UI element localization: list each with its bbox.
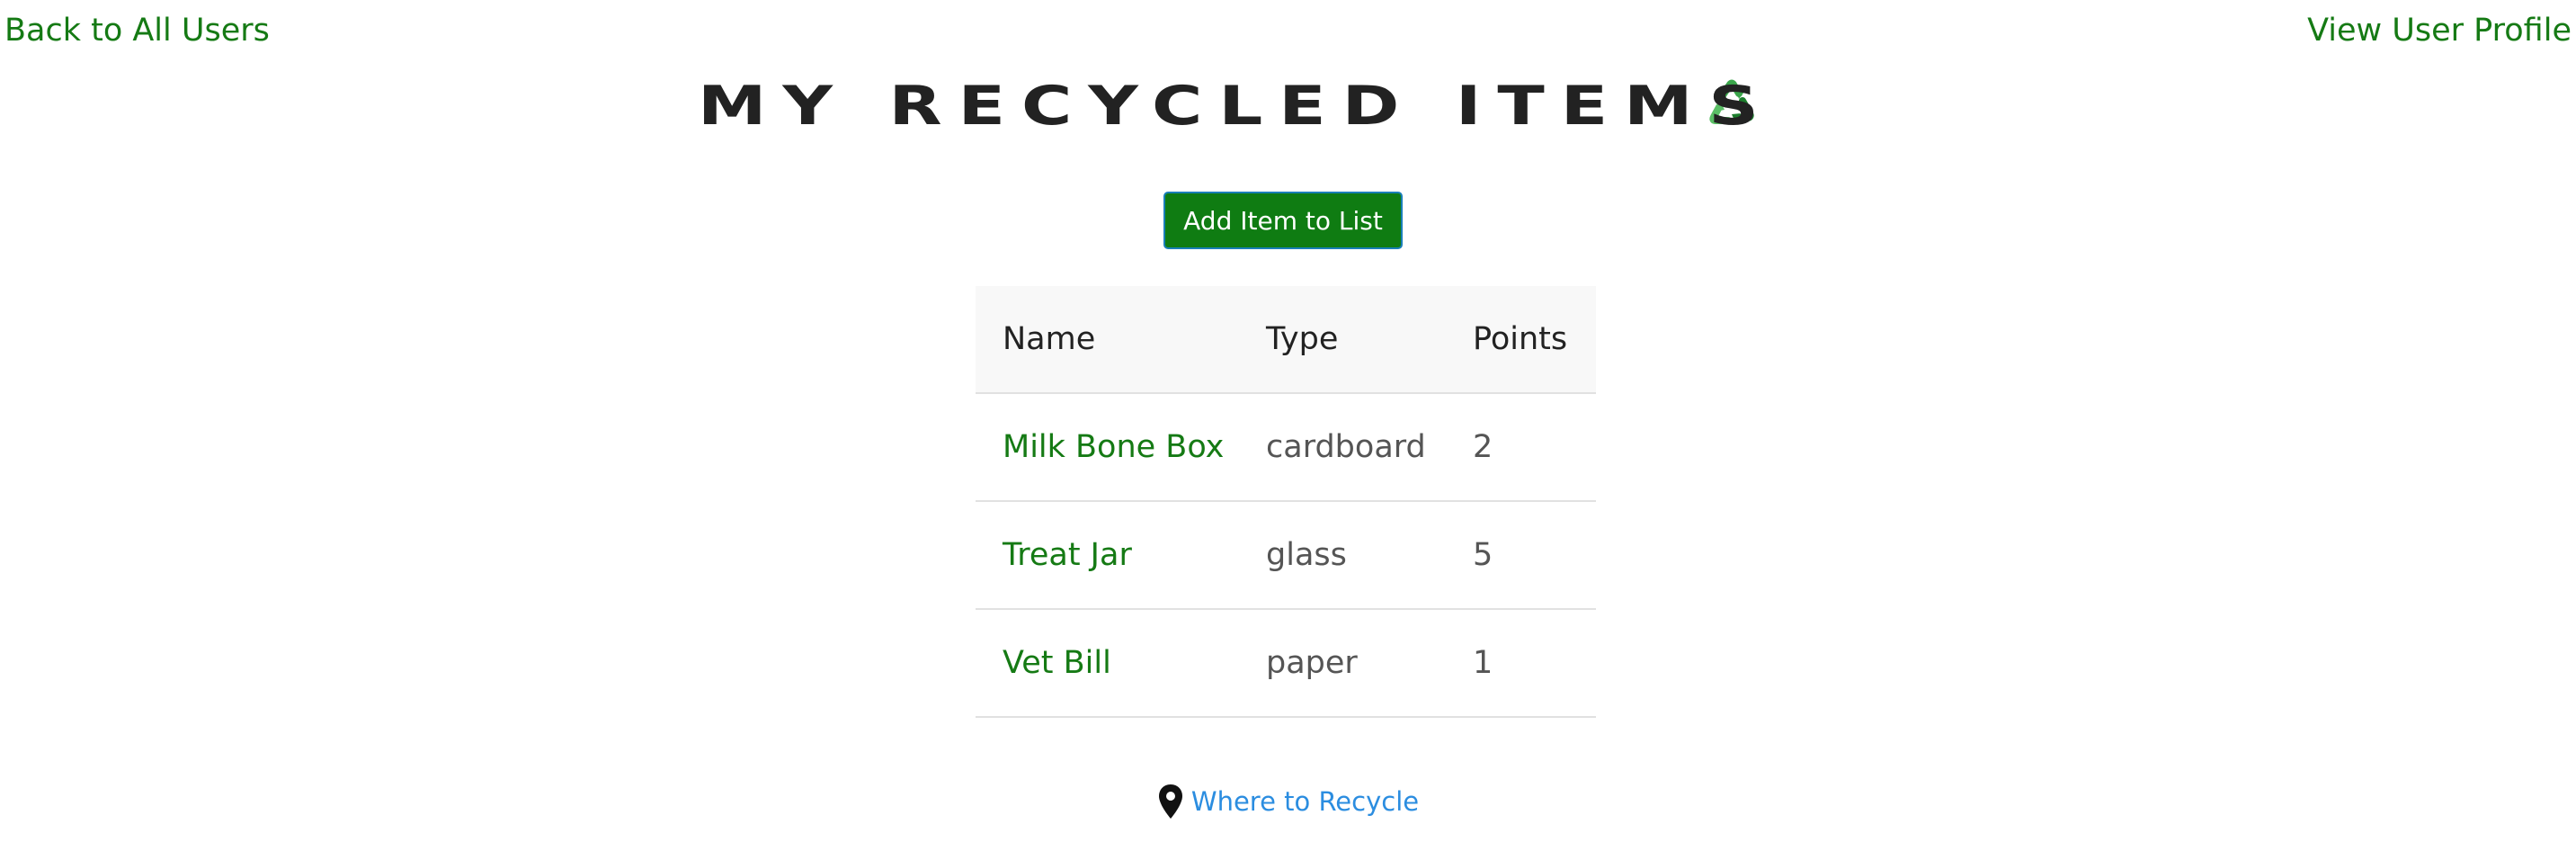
column-header-name: Name bbox=[976, 286, 1239, 394]
item-name-cell: Treat Jar bbox=[976, 501, 1239, 610]
where-to-recycle-link[interactable]: Where to Recycle bbox=[1191, 786, 1419, 817]
item-name-cell: Milk Bone Box bbox=[976, 393, 1239, 502]
column-header-type: Type bbox=[1239, 286, 1446, 394]
table-header-row: Name Type Points bbox=[976, 286, 1596, 394]
page-title: MY RECYCLED ITEMS bbox=[697, 75, 1775, 138]
item-type-cell: cardboard bbox=[1239, 393, 1446, 502]
page-header: MY RECYCLED ITEMS bbox=[0, 74, 2576, 139]
table-row: Milk Bone Box cardboard 2 bbox=[976, 393, 1596, 502]
column-header-points: Points bbox=[1446, 286, 1596, 394]
table-row: Vet Bill paper 1 bbox=[976, 609, 1596, 718]
item-points-cell: 2 bbox=[1446, 393, 1596, 502]
item-link[interactable]: Vet Bill bbox=[1003, 645, 1111, 681]
recycled-items-table: Name Type Points Milk Bone Box cardboard… bbox=[976, 286, 1596, 718]
table-row: Treat Jar glass 5 bbox=[976, 501, 1596, 610]
item-type-cell: glass bbox=[1239, 501, 1446, 610]
item-points-cell: 1 bbox=[1446, 609, 1596, 718]
item-link[interactable]: Milk Bone Box bbox=[1003, 429, 1224, 465]
view-profile-link[interactable]: View User Profile bbox=[2307, 11, 2572, 50]
item-type-cell: paper bbox=[1239, 609, 1446, 718]
add-item-button[interactable]: Add Item to List bbox=[1163, 192, 1403, 249]
where-to-recycle: Where to Recycle bbox=[0, 783, 2576, 820]
back-to-users-link[interactable]: Back to All Users bbox=[4, 11, 270, 50]
item-name-cell: Vet Bill bbox=[976, 609, 1239, 718]
map-pin-icon bbox=[1158, 784, 1182, 819]
item-points-cell: 5 bbox=[1446, 501, 1596, 610]
item-link[interactable]: Treat Jar bbox=[1003, 537, 1132, 573]
